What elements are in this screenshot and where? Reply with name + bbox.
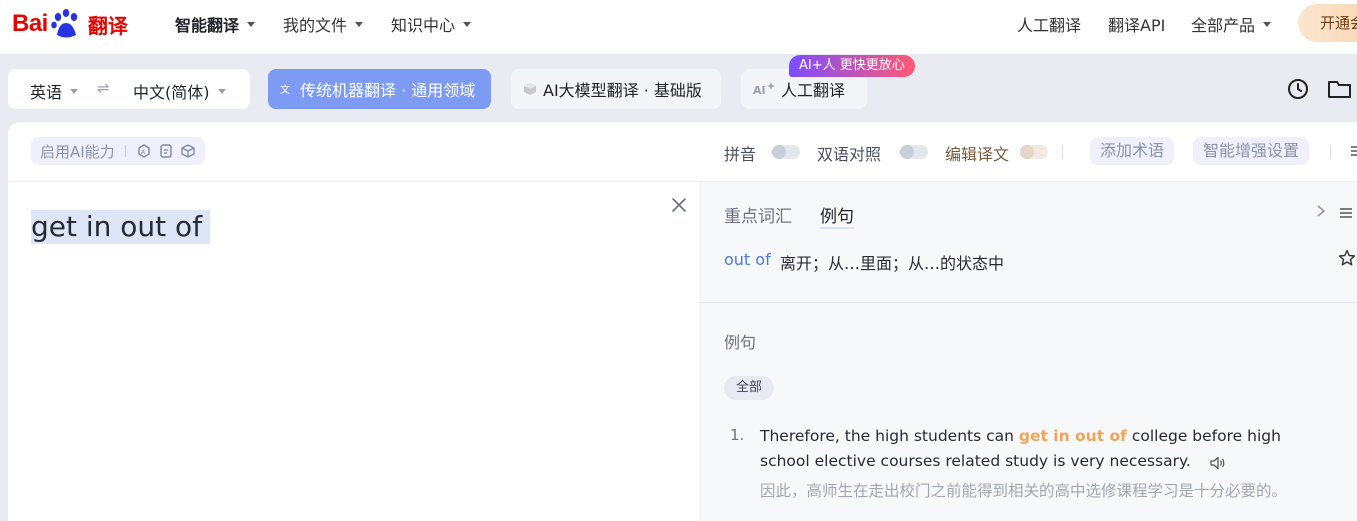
source-text-input[interactable]: get in out of xyxy=(31,210,211,244)
example-number: 1. xyxy=(730,426,745,444)
ai-capability-toggle[interactable]: 启用AI能力 A xyxy=(31,137,205,165)
section-divider xyxy=(701,302,1357,303)
example-highlight: get in out of xyxy=(1018,427,1127,445)
source-language-label: 英语 xyxy=(30,83,63,102)
chevron-right-icon[interactable] xyxy=(1314,203,1328,219)
chevron-down-icon xyxy=(1263,21,1272,27)
folder-icon[interactable] xyxy=(1327,77,1351,101)
nav-my-files[interactable]: 我的文件 xyxy=(283,12,364,36)
pinyin-label: 拼音 xyxy=(724,145,757,164)
nav-label: 我的文件 xyxy=(283,16,348,35)
nav-translate-api[interactable]: 翻译API xyxy=(1108,12,1165,36)
ai-polish-icon[interactable]: A xyxy=(136,143,152,159)
ai-model-translation-button[interactable]: AI大模型翻译 · 基础版 xyxy=(511,69,721,109)
clear-icon[interactable] xyxy=(670,196,688,214)
list-icon[interactable] xyxy=(1339,205,1353,219)
cube-icon xyxy=(524,83,536,95)
human-translation-label: 人工翻译 xyxy=(781,81,846,100)
svg-text:文: 文 xyxy=(280,83,290,96)
language-selector: 英语 ⇌ 中文(简体) xyxy=(8,69,250,109)
more-menu-icon[interactable] xyxy=(1345,143,1357,159)
chevron-down-icon xyxy=(463,21,472,27)
chevron-down-icon xyxy=(217,88,226,94)
nav-label: 知识中心 xyxy=(391,16,456,35)
nav-all-products[interactable]: 全部产品 xyxy=(1191,12,1272,36)
divider xyxy=(1062,145,1063,159)
ai-plus-human-badge: AI+人 更快更放心 xyxy=(789,55,915,77)
chevron-down-icon xyxy=(70,88,79,94)
speaker-icon[interactable] xyxy=(1209,454,1227,470)
divider xyxy=(1330,145,1331,159)
chevron-down-icon xyxy=(247,21,256,27)
ai-document-icon[interactable] xyxy=(158,143,174,159)
baidu-translate-logo[interactable]: Bai 翻译 xyxy=(12,6,128,42)
swap-languages-icon[interactable]: ⇌ xyxy=(97,79,110,97)
tab-examples[interactable]: 例句 xyxy=(820,202,854,229)
bilingual-label: 双语对照 xyxy=(817,145,882,164)
vocab-definition: 离开；从…里面；从…的状态中 xyxy=(780,254,1005,273)
translate-icon: 文 xyxy=(280,83,290,96)
ai-sparkle-icon: AI xyxy=(753,82,775,97)
nav-human-translation[interactable]: 人工翻译 xyxy=(1017,12,1081,36)
tab-key-vocabulary[interactable]: 重点词汇 xyxy=(724,202,792,227)
source-language-select[interactable]: 英语 xyxy=(30,79,79,103)
bilingual-toggle[interactable] xyxy=(900,145,928,159)
vocab-word[interactable]: out of xyxy=(724,250,771,269)
logo-bai-text: Bai xyxy=(12,10,48,37)
machine-translation-label: 传统机器翻译 · 通用领域 xyxy=(300,81,476,100)
example-english: Therefore, the high students can get in … xyxy=(760,424,1320,474)
divider xyxy=(124,145,126,157)
example-text: Therefore, the high students can xyxy=(760,427,1019,445)
filter-all-chip[interactable]: 全部 xyxy=(724,376,775,400)
nav-label: 全部产品 xyxy=(1191,16,1256,35)
svg-text:AI: AI xyxy=(753,84,766,97)
svg-text:A: A xyxy=(141,149,146,156)
nav-smart-translate[interactable]: 智能翻译 xyxy=(175,12,256,36)
edit-translation-label: 编辑译文 xyxy=(945,145,1010,164)
example-chinese: 因此，高师生在走出校门之前能得到相关的高中选修课程学习是十分必要的。 xyxy=(760,482,1288,500)
history-icon[interactable] xyxy=(1286,77,1310,101)
ai-cube-icon[interactable] xyxy=(180,143,196,159)
star-icon[interactable] xyxy=(1338,249,1356,267)
target-language-label: 中文(简体) xyxy=(133,83,210,102)
paw-icon xyxy=(49,7,83,41)
nav-knowledge-center[interactable]: 知识中心 xyxy=(391,12,472,36)
ai-capability-label: 启用AI能力 xyxy=(40,142,115,161)
pinyin-toggle[interactable] xyxy=(772,145,800,159)
add-term-button[interactable]: 添加术语 xyxy=(1090,137,1175,165)
chevron-down-icon xyxy=(355,21,364,27)
examples-title: 例句 xyxy=(724,333,757,352)
enhance-settings-button[interactable]: 智能增强设置 xyxy=(1193,137,1310,165)
vip-button[interactable]: 开通会员 xyxy=(1298,4,1357,42)
nav-label: 智能翻译 xyxy=(175,16,240,35)
nav-label: 翻译API xyxy=(1108,16,1166,35)
nav-label: 人工翻译 xyxy=(1017,16,1082,35)
machine-translation-button[interactable]: 文 传统机器翻译 · 通用领域 xyxy=(268,69,491,109)
logo-product-text: 翻译 xyxy=(87,13,128,38)
target-language-select[interactable]: 中文(简体) xyxy=(133,79,226,103)
top-bar: Bai 翻译 智能翻译 我的文件 知识中心 人工翻译 翻译API 全部产品 开通… xyxy=(0,0,1357,54)
ai-model-translation-label: AI大模型翻译 · 基础版 xyxy=(543,81,702,100)
edit-translation-toggle[interactable] xyxy=(1020,145,1048,159)
